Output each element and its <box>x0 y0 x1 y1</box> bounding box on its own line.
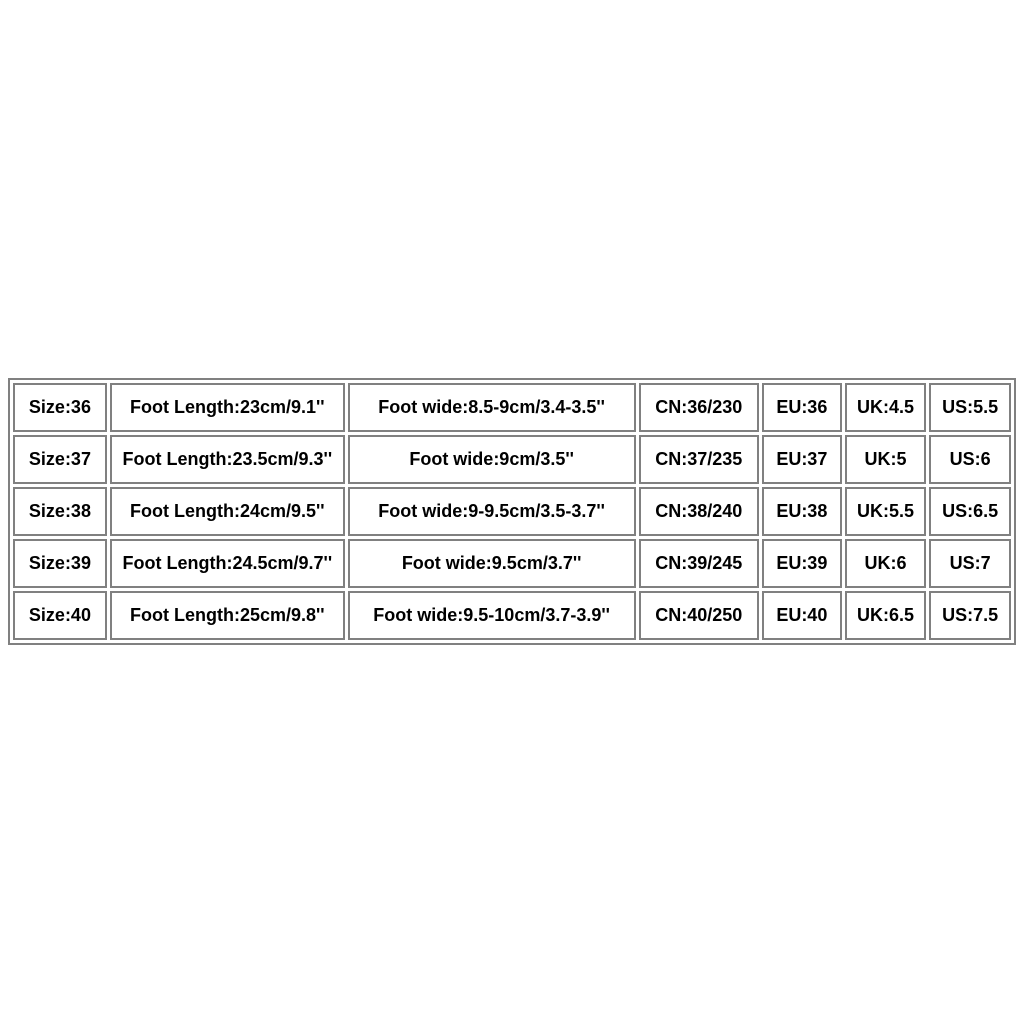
table-row: Size:37Foot Length:23.5cm/9.3''Foot wide… <box>13 435 1011 484</box>
table-row: Size:39Foot Length:24.5cm/9.7''Foot wide… <box>13 539 1011 588</box>
foot-length-cell: Foot Length:24cm/9.5'' <box>110 487 345 536</box>
eu-cell: EU:37 <box>762 435 842 484</box>
foot-length-cell: Foot Length:25cm/9.8'' <box>110 591 345 640</box>
size-cell: Size:38 <box>13 487 107 536</box>
foot-length-cell: Foot Length:23cm/9.1'' <box>110 383 345 432</box>
us-cell: US:6 <box>929 435 1011 484</box>
size-table: Size:36Foot Length:23cm/9.1''Foot wide:8… <box>8 378 1016 645</box>
table-row: Size:38Foot Length:24cm/9.5''Foot wide:9… <box>13 487 1011 536</box>
uk-cell: UK:6 <box>845 539 927 588</box>
us-cell: US:6.5 <box>929 487 1011 536</box>
size-cell: Size:36 <box>13 383 107 432</box>
eu-cell: EU:36 <box>762 383 842 432</box>
eu-cell: EU:39 <box>762 539 842 588</box>
us-cell: US:5.5 <box>929 383 1011 432</box>
cn-cell: CN:38/240 <box>639 487 759 536</box>
uk-cell: UK:6.5 <box>845 591 927 640</box>
eu-cell: EU:38 <box>762 487 842 536</box>
us-cell: US:7 <box>929 539 1011 588</box>
size-cell: Size:40 <box>13 591 107 640</box>
table-row: Size:36Foot Length:23cm/9.1''Foot wide:8… <box>13 383 1011 432</box>
uk-cell: UK:5.5 <box>845 487 927 536</box>
foot-wide-cell: Foot wide:9cm/3.5'' <box>348 435 636 484</box>
foot-length-cell: Foot Length:23.5cm/9.3'' <box>110 435 345 484</box>
cn-cell: CN:36/230 <box>639 383 759 432</box>
size-cell: Size:37 <box>13 435 107 484</box>
table-row: Size:40Foot Length:25cm/9.8''Foot wide:9… <box>13 591 1011 640</box>
eu-cell: EU:40 <box>762 591 842 640</box>
foot-length-cell: Foot Length:24.5cm/9.7'' <box>110 539 345 588</box>
uk-cell: UK:4.5 <box>845 383 927 432</box>
size-cell: Size:39 <box>13 539 107 588</box>
foot-wide-cell: Foot wide:9.5cm/3.7'' <box>348 539 636 588</box>
foot-wide-cell: Foot wide:9.5-10cm/3.7-3.9'' <box>348 591 636 640</box>
uk-cell: UK:5 <box>845 435 927 484</box>
us-cell: US:7.5 <box>929 591 1011 640</box>
cn-cell: CN:40/250 <box>639 591 759 640</box>
foot-wide-cell: Foot wide:8.5-9cm/3.4-3.5'' <box>348 383 636 432</box>
size-chart-table: Size:36Foot Length:23cm/9.1''Foot wide:8… <box>8 378 1016 645</box>
foot-wide-cell: Foot wide:9-9.5cm/3.5-3.7'' <box>348 487 636 536</box>
cn-cell: CN:37/235 <box>639 435 759 484</box>
cn-cell: CN:39/245 <box>639 539 759 588</box>
